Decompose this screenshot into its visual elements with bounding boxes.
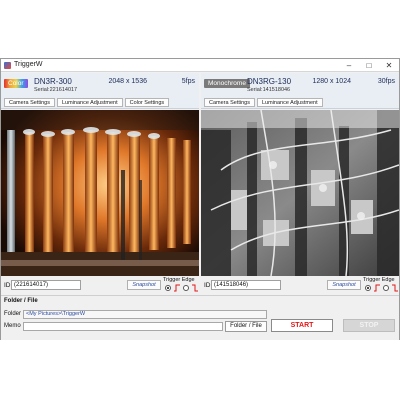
camera-feed-monochrome[interactable]	[201, 110, 399, 276]
snapshot-button[interactable]: Snapshot	[127, 280, 161, 290]
camera-panel-color: Color DN3R-300 Serial:221614017 2048 x 1…	[1, 73, 199, 294]
maximize-button[interactable]: □	[359, 59, 379, 72]
id-input[interactable]: (141518046)	[211, 280, 281, 290]
camera-serial: Serial:221614017	[34, 87, 78, 93]
falling-edge-icon	[192, 284, 198, 292]
title-bar: TriggerW – □ ✕	[1, 59, 399, 72]
camera-serial: Serial:141518046	[247, 87, 291, 93]
id-input[interactable]: (221614017)	[11, 280, 81, 290]
id-row: ID (221614017) Snapshot Trigger Edge	[1, 277, 199, 294]
stop-button[interactable]: STOP	[343, 319, 395, 332]
camera-header: Monochrome DN3RG-130 Serial:141518046 12…	[201, 73, 399, 109]
camera-settings-button[interactable]: Camera Settings	[4, 98, 55, 107]
snapshot-button[interactable]: Snapshot	[327, 280, 361, 290]
camera-panel-monochrome: Monochrome DN3RG-130 Serial:141518046 12…	[201, 73, 399, 294]
camera-settings-button[interactable]: Camera Settings	[204, 98, 255, 107]
memo-label: Memo	[4, 323, 21, 329]
camera-fps: 5fps	[181, 78, 195, 85]
camera-resolution: 2048 x 1536	[108, 78, 147, 85]
color-settings-button[interactable]: Color Settings	[124, 98, 170, 107]
minimize-button[interactable]: –	[339, 59, 359, 72]
id-label: ID	[204, 282, 211, 289]
start-button[interactable]: START	[271, 319, 333, 332]
memo-input[interactable]	[23, 322, 223, 331]
camera-model: DN3RG-130	[247, 77, 292, 86]
app-icon	[4, 62, 11, 69]
folder-file-button[interactable]: Folder / File	[225, 321, 267, 332]
camera-header: Color DN3R-300 Serial:221614017 2048 x 1…	[1, 73, 199, 109]
folder-file-section: Folder / File Folder <My Pictures>\Trigg…	[1, 295, 399, 340]
trigger-edge-options	[165, 284, 198, 292]
settings-button-row: Camera Settings Luminance Adjustment	[204, 98, 323, 107]
trigger-falling-radio[interactable]	[183, 285, 189, 291]
camera-type-badge: Color	[4, 79, 28, 88]
trigger-edge-options	[365, 284, 398, 292]
id-label: ID	[4, 282, 11, 289]
folder-label: Folder	[4, 311, 22, 317]
section-title: Folder / File	[4, 298, 38, 304]
rising-edge-icon	[174, 284, 180, 292]
window-title: TriggerW	[14, 61, 43, 68]
trigger-rising-radio[interactable]	[165, 285, 171, 291]
rising-edge-icon	[374, 284, 380, 292]
trigger-edge-label: Trigger Edge	[163, 277, 195, 283]
close-button[interactable]: ✕	[379, 59, 399, 72]
camera-fps: 30fps	[377, 78, 395, 85]
trigger-edge-label: Trigger Edge	[363, 277, 395, 283]
camera-model: DN3R-300	[34, 77, 72, 86]
trigger-rising-radio[interactable]	[365, 285, 371, 291]
folder-path-field: <My Pictures>\TriggerW	[23, 310, 267, 319]
luminance-adjustment-button[interactable]: Luminance Adjustment	[56, 98, 123, 107]
id-row: ID (141518046) Snapshot Trigger Edge	[201, 277, 399, 294]
camera-resolution: 1280 x 1024	[312, 78, 351, 85]
app-window: TriggerW – □ ✕ Color DN3R-300 Serial:221…	[0, 58, 400, 340]
camera-type-badge: Monochrome	[204, 79, 250, 88]
camera-feed-color[interactable]	[1, 110, 199, 276]
falling-edge-icon	[392, 284, 398, 292]
settings-button-row: Camera Settings Luminance Adjustment Col…	[4, 98, 170, 107]
trigger-falling-radio[interactable]	[383, 285, 389, 291]
luminance-adjustment-button[interactable]: Luminance Adjustment	[256, 98, 323, 107]
